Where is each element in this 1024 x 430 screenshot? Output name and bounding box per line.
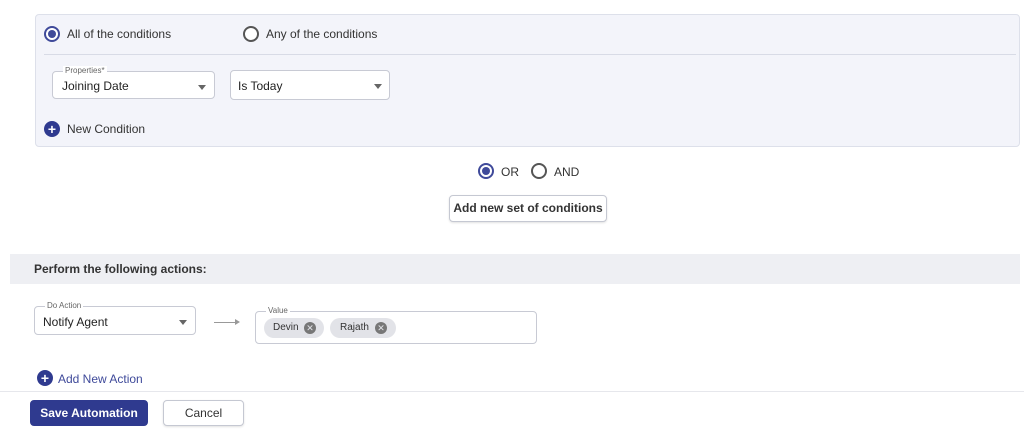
chevron-down-icon bbox=[179, 320, 187, 325]
property-select-value: Joining Date bbox=[62, 79, 129, 93]
property-select[interactable]: Properties* Joining Date bbox=[52, 66, 215, 99]
add-condition-icon[interactable]: + bbox=[44, 121, 60, 137]
add-condition-set-button[interactable]: Add new set of conditions bbox=[449, 195, 607, 222]
actions-section-title: Perform the following actions: bbox=[34, 262, 207, 276]
remove-chip-icon[interactable]: ✕ bbox=[375, 322, 387, 334]
or-radio[interactable] bbox=[478, 163, 494, 179]
operator-select-value: Is Today bbox=[238, 79, 283, 93]
any-conditions-radio[interactable] bbox=[243, 26, 259, 42]
all-conditions-radio[interactable] bbox=[44, 26, 60, 42]
remove-chip-icon[interactable]: ✕ bbox=[304, 322, 316, 334]
value-chip: Rajath ✕ bbox=[330, 318, 396, 338]
chevron-down-icon bbox=[374, 84, 382, 89]
save-automation-button[interactable]: Save Automation bbox=[30, 400, 148, 426]
footer-divider bbox=[0, 391, 1024, 392]
operator-select[interactable]: Is Today bbox=[230, 70, 390, 100]
any-conditions-label[interactable]: Any of the conditions bbox=[266, 27, 377, 41]
arrow-line bbox=[214, 322, 236, 323]
add-new-action-link[interactable]: Add New Action bbox=[58, 372, 143, 386]
new-condition-link[interactable]: New Condition bbox=[67, 122, 145, 136]
chip-label: Rajath bbox=[340, 322, 369, 333]
value-field[interactable]: Value Devin ✕ Rajath ✕ bbox=[255, 306, 537, 344]
or-label[interactable]: OR bbox=[501, 165, 519, 179]
and-label[interactable]: AND bbox=[554, 165, 579, 179]
chevron-down-icon bbox=[198, 85, 206, 90]
add-action-icon[interactable]: + bbox=[37, 370, 53, 386]
actions-section-header: Perform the following actions: bbox=[10, 254, 1020, 284]
cancel-button[interactable]: Cancel bbox=[163, 400, 244, 426]
all-conditions-label[interactable]: All of the conditions bbox=[67, 27, 171, 41]
property-select-label: Properties* bbox=[63, 66, 107, 75]
do-action-value: Notify Agent bbox=[43, 315, 108, 329]
and-radio[interactable] bbox=[531, 163, 547, 179]
arrow-right-icon bbox=[235, 319, 240, 325]
card-divider bbox=[44, 54, 1016, 55]
condition-group-card: All of the conditions Any of the conditi… bbox=[35, 14, 1020, 147]
do-action-label: Do Action bbox=[45, 301, 84, 310]
do-action-select[interactable]: Do Action Notify Agent bbox=[34, 301, 196, 335]
chip-label: Devin bbox=[273, 322, 299, 333]
value-field-label: Value bbox=[266, 306, 290, 315]
value-chip: Devin ✕ bbox=[264, 318, 324, 338]
